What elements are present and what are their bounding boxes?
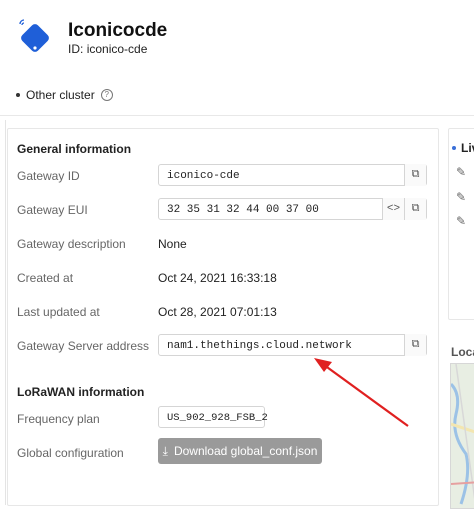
id-value: iconico-cde: [86, 42, 148, 56]
lorawan-info-title: LoRaWAN information: [17, 385, 145, 399]
frequency-plan-value: US_902_928_FSB_2: [167, 412, 268, 424]
cluster-dot-icon: [16, 93, 20, 97]
location-title: Loca: [451, 345, 474, 359]
gateway-id-field: iconico-cde ⧉: [158, 164, 427, 186]
created-at-value: Oct 24, 2021 16:33:18: [158, 271, 277, 285]
live-data-title-text: Liv: [461, 141, 474, 155]
edit-pencil-icon[interactable]: ✎: [456, 165, 466, 179]
last-updated-value: Oct 28, 2021 07:01:13: [158, 305, 277, 319]
gateway-eui-label: Gateway EUI: [17, 203, 88, 217]
copy-gateway-eui-button[interactable]: ⧉: [404, 198, 426, 220]
download-button-label: Download global_conf.json: [173, 444, 318, 458]
gateway-id-value: iconico-cde: [167, 170, 240, 182]
gateway-id-subtitle: ID: iconico-cde: [68, 42, 147, 56]
toggle-format-button[interactable]: <>: [382, 198, 404, 220]
gateway-eui-field: 32 35 31 32 44 00 37 00 <> ⧉: [158, 198, 427, 220]
live-dot-icon: [452, 146, 456, 150]
server-address-label: Gateway Server address: [17, 339, 150, 353]
frequency-plan-field: US_902_928_FSB_2: [158, 406, 268, 428]
edit-pencil-icon[interactable]: ✎: [456, 190, 466, 204]
copy-icon: ⧉: [411, 203, 420, 215]
edit-pencil-icon[interactable]: ✎: [456, 214, 466, 228]
location-map[interactable]: [450, 363, 474, 509]
frequency-plan-label: Frequency plan: [17, 412, 100, 426]
code-brackets-icon: <>: [386, 203, 401, 215]
map-graphic: [451, 364, 474, 505]
download-global-conf-button[interactable]: ⤓ Download global_conf.json: [158, 438, 322, 464]
download-icon: ⤓: [162, 443, 168, 458]
annotation-arrow: [314, 358, 409, 427]
gateway-icon: [19, 19, 49, 52]
created-at-label: Created at: [17, 271, 74, 285]
left-edge-divider: [5, 120, 6, 505]
header-divider: [0, 115, 474, 116]
gateway-id-label: Gateway ID: [17, 169, 80, 183]
cluster-indicator: Other cluster ?: [16, 88, 113, 102]
general-info-title: General information: [17, 142, 132, 156]
id-label: ID:: [68, 42, 84, 56]
copy-icon: ⧉: [411, 339, 420, 351]
gateway-description-label: Gateway description: [17, 237, 126, 251]
cluster-label: Other cluster: [26, 88, 95, 102]
live-data-title: Liv: [452, 141, 474, 155]
gateway-description-value: None: [158, 237, 187, 251]
global-config-label: Global configuration: [17, 446, 124, 460]
gateway-eui-value: 32 35 31 32 44 00 37 00: [167, 204, 319, 216]
copy-icon: ⧉: [411, 169, 420, 181]
help-icon[interactable]: ?: [100, 89, 113, 101]
last-updated-label: Last updated at: [17, 305, 100, 319]
page-title: Iconicocde: [68, 20, 168, 41]
copy-gateway-id-button[interactable]: ⧉: [404, 164, 426, 186]
